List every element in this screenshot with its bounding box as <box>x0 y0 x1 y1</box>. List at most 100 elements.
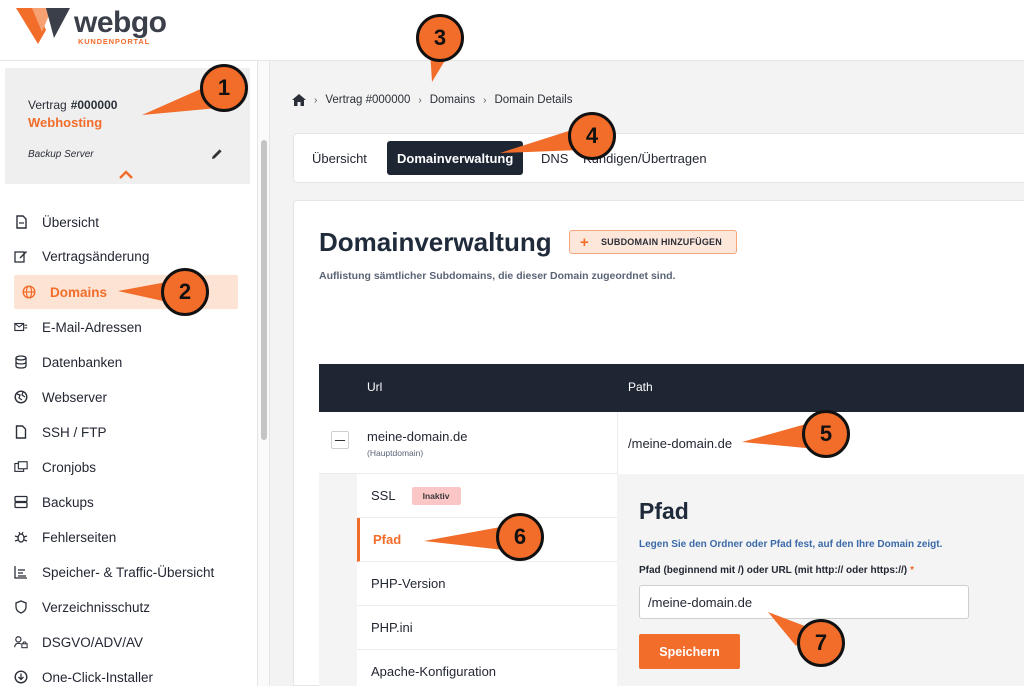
callout-marker-7: 7 <box>797 619 845 667</box>
callout-marker-6: 6 <box>496 513 544 561</box>
sidebar-item-webserver[interactable]: Webserver <box>14 380 238 414</box>
sidebar-item-verzeichnisschutz[interactable]: Verzeichnisschutz <box>14 590 238 624</box>
menu-item-ssl[interactable]: SSL Inaktiv <box>357 474 617 518</box>
cron-icon <box>14 460 28 474</box>
menu-item-label: Pfad <box>373 532 402 547</box>
sidebar-item-label: Übersicht <box>42 214 100 230</box>
logo-mark-icon <box>16 8 70 44</box>
chevron-up-icon[interactable] <box>118 170 134 180</box>
callout-marker-4: 4 <box>568 112 616 160</box>
callout-marker-2: 2 <box>161 268 209 316</box>
menu-item-apache-konfiguration[interactable]: Apache-Konfiguration <box>357 650 617 686</box>
file-icon <box>14 425 28 439</box>
path-field-label-text: Pfad (beginnend mit /) oder URL (mit htt… <box>639 565 908 576</box>
sidebar-item-label: Verzeichnisschutz <box>42 599 151 615</box>
chevron-right-icon: › <box>418 94 422 106</box>
chevron-right-icon: › <box>314 94 318 106</box>
menu-item-php-ini[interactable]: PHP.ini <box>357 606 617 650</box>
chart-icon <box>14 565 28 579</box>
sidebar-item-cronjobs[interactable]: Cronjobs <box>14 450 238 484</box>
callout-marker-1: 1 <box>200 64 248 112</box>
tab-uebersicht[interactable]: Übersicht <box>302 141 377 175</box>
breadcrumb-domains[interactable]: Domains <box>430 94 475 106</box>
callout-marker-3: 3 <box>416 14 464 62</box>
menu-item-label: PHP-Version <box>371 576 446 591</box>
contract-server: Backup Server <box>28 149 94 160</box>
globe-icon <box>22 285 36 299</box>
logo-subtitle: KUNDENPORTAL <box>78 37 150 46</box>
sidebar-item-label: SSH / FTP <box>42 424 107 440</box>
sidebar-item-backups[interactable]: Backups <box>14 485 238 519</box>
sidebar-scrollbar-thumb[interactable] <box>261 140 267 440</box>
menu-item-label: Apache-Konfiguration <box>371 664 497 679</box>
home-icon[interactable] <box>292 94 306 106</box>
server-icon <box>14 495 28 509</box>
add-subdomain-label: SUBDOMAIN HINZUFÜGEN <box>600 237 722 247</box>
sidebar-item-ssh-ftp[interactable]: SSH / FTP <box>14 415 238 449</box>
save-button[interactable]: Speichern <box>639 634 740 669</box>
plus-icon: + <box>580 233 589 251</box>
contract-label-text: Vertrag <box>28 98 67 112</box>
menu-item-label: SSL <box>371 488 396 503</box>
sidebar-item-email[interactable]: E-Mail-Adressen <box>14 310 238 344</box>
sidebar-item-label: E-Mail-Adressen <box>42 319 142 335</box>
menu-item-php-version[interactable]: PHP-Version <box>357 562 617 606</box>
webgo-logo[interactable]: webgo KUNDENPORTAL <box>16 6 186 48</box>
panel-description: Auflistung sämtlicher Subdomains, die di… <box>319 270 676 282</box>
form-description: Legen Sie den Ordner oder Pfad fest, auf… <box>639 539 943 550</box>
edit-icon <box>14 249 28 263</box>
sidebar-item-label: Backups <box>42 494 94 510</box>
sidebar-item-label: Cronjobs <box>42 459 97 475</box>
contract-number: #000000 <box>70 98 118 112</box>
sidebar-item-label: Fehlerseiten <box>42 529 117 545</box>
top-bar: webgo KUNDENPORTAL <box>0 0 1024 61</box>
row-path: /meine-domain.de <box>628 436 733 451</box>
bug-icon <box>14 530 28 544</box>
user-lock-icon <box>14 635 28 649</box>
column-header-path: Path <box>628 380 653 394</box>
sidebar-item-uebersicht[interactable]: Übersicht <box>14 205 238 239</box>
path-input[interactable] <box>639 585 969 619</box>
logo-text: webgo <box>74 6 167 39</box>
sidebar-item-datenbanken[interactable]: Datenbanken <box>14 345 238 379</box>
sidebar-item-label: Datenbanken <box>42 354 123 370</box>
contract-label: Vertrag #000000 <box>28 98 117 112</box>
domain-detail-area: SSL Inaktiv Pfad PHP-Version PHP.ini Apa… <box>319 474 1024 686</box>
sidebar-item-label: Domains <box>50 284 108 300</box>
collapse-row-icon[interactable] <box>331 431 349 449</box>
domain-settings-menu: SSL Inaktiv Pfad PHP-Version PHP.ini Apa… <box>357 474 617 686</box>
breadcrumb: › Vertrag #000000 › Domains › Domain Det… <box>292 92 572 108</box>
menu-item-label: PHP.ini <box>371 620 413 635</box>
sidebar-item-label: Speicher- & Traffic-Übersicht <box>42 564 215 580</box>
add-subdomain-button[interactable]: + SUBDOMAIN HINZUFÜGEN <box>569 230 737 254</box>
callout-marker-5: 5 <box>802 410 850 458</box>
sidebar-item-label: Vertragsänderung <box>42 248 150 264</box>
sidebar-item-label: One-Click-Installer <box>42 669 154 685</box>
row-url-sub: (Hauptdomain) <box>367 448 424 458</box>
tab-domainverwaltung[interactable]: Domainverwaltung <box>387 141 524 175</box>
tab-bar: Übersicht Domainverwaltung DNS Kündigen/… <box>293 133 1024 183</box>
database-icon <box>14 355 28 369</box>
breadcrumb-domain-details: Domain Details <box>494 94 573 106</box>
sidebar-item-one-click-installer[interactable]: One-Click-Installer <box>14 660 238 686</box>
chevron-right-icon: › <box>483 94 487 106</box>
table-header: Url Path <box>319 364 1024 412</box>
table-row[interactable]: meine-domain.de (Hauptdomain) /meine-dom… <box>319 412 1024 474</box>
sidebar-item-label: DSGVO/ADV/AV <box>42 634 144 650</box>
pencil-icon[interactable] <box>210 147 224 161</box>
sidebar: Vertrag #000000 Webhosting Backup Server … <box>0 61 258 686</box>
sidebar-item-vertragsaenderung[interactable]: Vertragsänderung <box>14 239 238 273</box>
domain-management-panel: Domainverwaltung + SUBDOMAIN HINZUFÜGEN … <box>293 200 1024 686</box>
shield-icon <box>14 600 28 614</box>
sidebar-item-dsgvo[interactable]: DSGVO/ADV/AV <box>14 625 238 659</box>
status-badge: Inaktiv <box>411 486 461 505</box>
menu-item-pfad[interactable]: Pfad <box>357 518 617 562</box>
sidebar-item-speicher-traffic[interactable]: Speicher- & Traffic-Übersicht <box>14 555 238 589</box>
form-title: Pfad <box>639 498 689 524</box>
download-icon <box>14 670 28 684</box>
breadcrumb-contract[interactable]: Vertrag #000000 <box>325 94 410 106</box>
sidebar-item-fehlerseiten[interactable]: Fehlerseiten <box>14 520 238 554</box>
required-mark: * <box>910 565 915 576</box>
row-url: meine-domain.de <box>367 429 468 444</box>
mail-icon <box>14 320 28 334</box>
